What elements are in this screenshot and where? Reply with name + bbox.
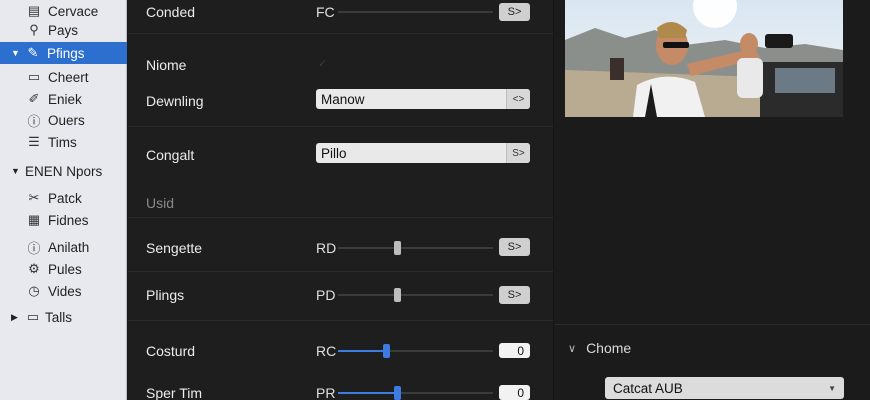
- dewnling-label: Dewnling: [146, 93, 204, 109]
- sidebar-item-label: Anilath: [48, 239, 90, 255]
- settings-panel: Conded FC S> Niome ✓ Dewnling Manow <> C…: [128, 0, 554, 400]
- sper-tim-label: Sper Tim: [146, 385, 203, 400]
- sper-tim-value-field[interactable]: 0: [499, 385, 530, 400]
- folder-icon: ▭: [26, 309, 40, 324]
- chome-section-header[interactable]: ∨ Chome: [568, 340, 631, 356]
- congalt-popup[interactable]: Pillo S>: [316, 143, 530, 163]
- dropdown-arrow-icon: ▼: [828, 383, 836, 393]
- sidebar-item-pays[interactable]: ⚲ Pays: [0, 19, 127, 41]
- sidebar-item-label: Ouers: [48, 112, 85, 128]
- sidebar-item-label: Fidnes: [48, 212, 89, 228]
- sper-tim-slider-fill: [338, 392, 397, 394]
- sengette-short-label: RD: [316, 240, 337, 256]
- clock-icon: ◷: [28, 283, 40, 298]
- sidebar-item-eniek[interactable]: ✐ Eniek: [0, 88, 127, 110]
- chevron-down-icon: ∨: [568, 342, 577, 355]
- disclosure-right-icon[interactable]: ▶: [11, 312, 21, 323]
- costurd-slider-thumb[interactable]: [383, 344, 391, 358]
- conded-stepper[interactable]: S>: [499, 3, 530, 21]
- plings-slider-thumb[interactable]: [393, 288, 401, 302]
- sidebar-item-label: Cervace: [48, 3, 99, 19]
- sidebar-item-anilath[interactable]: ⓘ Anilath: [0, 236, 127, 258]
- niome-checkbox[interactable]: ✓: [318, 57, 331, 70]
- sengette-stepper[interactable]: S>: [499, 238, 530, 256]
- chome-popup[interactable]: Catcat AUB ▼: [605, 377, 844, 399]
- costurd-slider-fill: [338, 350, 387, 352]
- updown-arrows-icon: S>: [506, 143, 530, 163]
- list-icon: ☰: [28, 134, 40, 149]
- disclosure-down-icon[interactable]: ▼: [11, 166, 21, 176]
- chome-popup-value: Catcat AUB: [613, 380, 683, 396]
- divider: [555, 324, 870, 325]
- sidebar-item-label: Pules: [48, 261, 82, 277]
- sidebar-item-label: Patck: [48, 190, 82, 206]
- document-icon: ▤: [27, 3, 41, 18]
- updown-arrows-icon: <>: [506, 89, 530, 109]
- sidebar-item-fidnes[interactable]: ▦ Fidnes: [0, 209, 127, 231]
- sidebar-item-label: Cheert: [48, 69, 89, 85]
- niome-label: Niome: [146, 57, 187, 73]
- plings-slider[interactable]: [338, 288, 493, 302]
- info-icon: ⓘ: [27, 240, 41, 256]
- sidebar-section-label: ENEN Npors: [25, 163, 103, 179]
- conded-slider-track[interactable]: [338, 11, 493, 13]
- costurd-label: Costurd: [146, 343, 196, 359]
- sidebar-item-label: Pfings: [47, 45, 85, 61]
- usid-section-header: Usid: [146, 195, 175, 211]
- sidebar-item-pules[interactable]: ⚙ Pules: [0, 258, 127, 280]
- congalt-value: Pillo: [321, 145, 347, 161]
- patch-icon: ✂: [28, 190, 40, 205]
- divider: [128, 320, 553, 321]
- sidebar-item-label: Eniek: [48, 91, 82, 107]
- gear-icon: ⚙: [28, 261, 40, 276]
- folder-icon: ▭: [27, 69, 41, 84]
- costurd-value-field[interactable]: 0: [499, 343, 530, 358]
- costurd-slider[interactable]: [338, 344, 493, 358]
- sper-tim-slider[interactable]: [338, 386, 493, 400]
- sengette-slider-thumb[interactable]: [393, 241, 401, 255]
- sengette-slider[interactable]: [338, 241, 493, 255]
- edit-icon: ✐: [28, 91, 40, 106]
- dewnling-popup[interactable]: Manow <>: [316, 89, 530, 109]
- sidebar-section-talls[interactable]: ▶ ▭ Talls: [0, 306, 127, 328]
- dewnling-value: Manow: [321, 91, 365, 107]
- sper-tim-slider-thumb[interactable]: [393, 386, 401, 400]
- costurd-short-label: RC: [316, 343, 337, 359]
- plings-short-label: PD: [316, 287, 336, 303]
- conded-label: Conded: [146, 4, 196, 20]
- plings-label: Plings: [146, 287, 185, 303]
- grid-icon: ▦: [27, 212, 41, 227]
- info-icon: ⓘ: [27, 113, 41, 129]
- sidebar-section-label: Talls: [45, 309, 73, 325]
- sidebar-item-vides[interactable]: ◷ Vides: [0, 280, 127, 302]
- sidebar-item-label: Vides: [48, 283, 82, 299]
- sper-tim-short-label: PR: [316, 385, 336, 400]
- sengette-label: Sengette: [146, 240, 203, 256]
- congalt-label: Congalt: [146, 147, 195, 163]
- inspector-panel: ∨ Chome Catcat AUB ▼: [555, 0, 870, 400]
- conded-short-label: FC: [316, 4, 335, 20]
- search-icon: ⚲: [29, 22, 39, 37]
- divider: [128, 271, 553, 272]
- sidebar-item-label: Tims: [48, 134, 77, 150]
- sidebar-item-ouers[interactable]: ⓘ Ouers: [0, 109, 127, 131]
- video-frame-image: [565, 0, 843, 117]
- video-preview[interactable]: [565, 0, 843, 117]
- plings-stepper[interactable]: S>: [499, 286, 530, 304]
- chome-label: Chome: [586, 340, 632, 356]
- sidebar-item-tims[interactable]: ☰ Tims: [0, 131, 127, 153]
- sidebar: ▤ Cervace ⚲ Pays ▼ ✎ Pfings ▭ Cheert ✐ E…: [0, 0, 127, 400]
- sidebar-section-enen-npors[interactable]: ▼ ENEN Npors: [0, 160, 127, 182]
- sidebar-item-cheert[interactable]: ▭ Cheert: [0, 66, 127, 88]
- settings-icon: ✎: [27, 45, 39, 60]
- divider: [128, 33, 553, 34]
- sidebar-item-label: Pays: [48, 22, 79, 38]
- sidebar-item-pfings[interactable]: ▼ ✎ Pfings: [0, 42, 127, 64]
- disclosure-down-icon[interactable]: ▼: [11, 48, 21, 58]
- sidebar-item-patck[interactable]: ✂ Patck: [0, 187, 127, 209]
- divider: [128, 217, 553, 218]
- divider: [128, 126, 553, 127]
